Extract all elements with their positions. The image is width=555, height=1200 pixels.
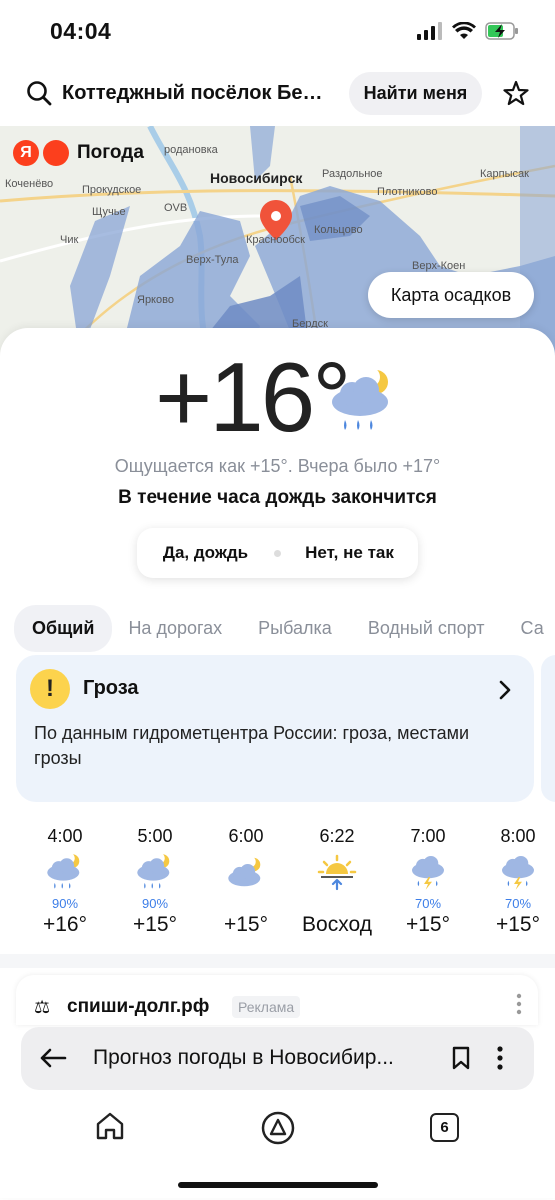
- section-divider: [0, 954, 555, 968]
- precip-probability: 70%: [414, 896, 442, 911]
- umbrella-icon: [43, 140, 69, 166]
- hour-item[interactable]: 6:22 Восход: [291, 826, 383, 937]
- wifi-icon: [452, 22, 476, 39]
- battery-charging-icon: [485, 22, 518, 40]
- separator-dot: [274, 549, 281, 557]
- url-title[interactable]: Прогноз погоды в Новосибир...: [93, 1046, 438, 1070]
- star-icon[interactable]: [503, 80, 529, 106]
- weather-alert-card[interactable]: ! Гроза По данным гидрометцентра России:…: [16, 655, 534, 802]
- map-label: Прокудское: [82, 184, 142, 196]
- hour-time: 4:00: [47, 826, 83, 846]
- map-label: Щучье: [92, 206, 126, 218]
- home-indicator: [178, 1182, 378, 1188]
- hour-time: 8:00: [500, 826, 536, 846]
- precip-probability: 90%: [141, 896, 169, 911]
- map-label: Краснообск: [246, 234, 305, 246]
- ad-card[interactable]: ⚖ спиши-долг.рф Реклама: [16, 975, 538, 1025]
- hour-item[interactable]: 6:00 +15°: [200, 826, 292, 937]
- hour-time: 7:00: [410, 826, 446, 846]
- yandex-logo-icon: Я: [13, 140, 39, 166]
- map-label: Чик: [60, 234, 79, 246]
- precip-probability: 90%: [51, 896, 79, 911]
- ad-logo-icon: ⚖: [34, 997, 51, 1017]
- feedback-yes-button[interactable]: Да, дождь: [137, 543, 274, 563]
- map-label: родановка: [164, 144, 218, 156]
- next-alert-card-peek[interactable]: [541, 655, 555, 802]
- hour-item[interactable]: 4:00 90% +16°: [19, 826, 111, 937]
- back-arrow-icon[interactable]: [39, 1047, 67, 1069]
- status-time: 04:04: [50, 18, 112, 44]
- hour-item[interactable]: 5:00 90% +15°: [109, 826, 201, 937]
- night-rain-icon: [47, 852, 80, 889]
- thunderstorm-icon: [412, 856, 444, 890]
- search-icon[interactable]: [26, 80, 52, 106]
- map-label: Плотниково: [377, 186, 438, 198]
- feedback-no-button[interactable]: Нет, не так: [281, 543, 418, 563]
- browser-address-bar: Прогноз погоды в Новосибир...: [21, 1027, 534, 1090]
- browser-bottom-nav: 6: [0, 1100, 555, 1160]
- alice-assistant-icon[interactable]: [260, 1110, 296, 1146]
- night-cloudy-icon: [228, 856, 261, 887]
- more-vertical-icon[interactable]: [497, 1046, 503, 1070]
- precip-probability: [200, 897, 292, 911]
- night-rain-icon: [332, 367, 388, 430]
- hour-time: 6:00: [228, 826, 264, 846]
- map-label: Новосибирск: [210, 170, 303, 186]
- feels-like-text: Ощущается как +15°. Вчера было +17°: [114, 456, 441, 476]
- tab-general[interactable]: Общий: [14, 604, 113, 652]
- hourly-forecast: 4:00 90% +16° 5:00 90% +15° 6:00 +15° 6:…: [0, 826, 555, 946]
- alert-text: По данным гидрометцентра России: гроза, …: [34, 723, 470, 768]
- more-vertical-icon[interactable]: [516, 993, 522, 1015]
- current-temperature: +16°: [155, 342, 351, 452]
- hour-temperature: +16°: [42, 913, 88, 936]
- sunrise-icon: [317, 854, 357, 891]
- map-label: Карпысак: [480, 168, 529, 180]
- forecast-tabs: Общий На дорогах Рыбалка Водный спорт Са: [14, 604, 555, 652]
- ad-badge: Реклама: [232, 996, 301, 1018]
- precipitation-map[interactable]: Я Погода родановка Новосибирск Коченёво …: [0, 126, 555, 356]
- tab-roads[interactable]: На дорогах: [128, 618, 222, 639]
- hour-temperature: +15°: [495, 913, 541, 936]
- thunderstorm-icon: [502, 856, 534, 890]
- map-label: Ярково: [137, 294, 174, 306]
- tab-garden[interactable]: Са: [521, 618, 544, 639]
- status-bar: 04:04: [0, 0, 555, 62]
- tabs-count-button[interactable]: 6: [430, 1113, 459, 1142]
- map-label: Кольцово: [314, 224, 363, 236]
- home-icon[interactable]: [94, 1110, 126, 1142]
- rain-feedback: Да, дождь Нет, не так: [137, 528, 418, 578]
- search-header: Коттеджный посёлок Белы... Найти меня: [0, 62, 555, 126]
- tab-water-sports[interactable]: Водный спорт: [368, 618, 485, 639]
- hour-temperature: +15°: [132, 913, 178, 936]
- map-label: Коченёво: [5, 178, 54, 190]
- hour-temperature: +15°: [405, 913, 451, 936]
- yandex-weather-logo: Я Погода: [13, 140, 144, 166]
- precipitation-map-button[interactable]: Карта осадков: [368, 272, 534, 318]
- hour-item[interactable]: 7:00 70% +15°: [382, 826, 474, 937]
- location-search-input[interactable]: Коттеджный посёлок Белы...: [62, 82, 332, 105]
- cellular-signal-icon: [417, 22, 442, 40]
- find-me-button[interactable]: Найти меня: [349, 72, 482, 115]
- hour-time: 6:22: [319, 826, 355, 846]
- map-label: OVB: [164, 202, 188, 214]
- status-icons: [417, 22, 519, 40]
- nowcast-text: В течение часа дождь закончится: [118, 487, 437, 508]
- alert-title: Гроза: [83, 677, 139, 699]
- map-label: Верх-Тула: [186, 254, 239, 266]
- hour-time: 5:00: [137, 826, 173, 846]
- map-label: Раздольное: [322, 168, 383, 180]
- bookmark-icon[interactable]: [451, 1046, 471, 1070]
- map-label: Верх-Коен: [412, 260, 466, 272]
- chevron-right-icon[interactable]: [498, 679, 512, 701]
- hour-item[interactable]: 8:00 70% +15°: [472, 826, 555, 937]
- night-rain-icon: [137, 852, 170, 889]
- sunrise-label: Восход: [302, 913, 372, 936]
- ad-title[interactable]: спиши-долг.рф: [67, 996, 209, 1018]
- precip-probability: 70%: [504, 896, 532, 911]
- brand-name: Погода: [77, 142, 144, 163]
- exclamation-icon: !: [30, 669, 70, 709]
- tab-fishing[interactable]: Рыбалка: [258, 618, 332, 639]
- hour-temperature: +15°: [223, 913, 269, 936]
- precip-probability: [291, 897, 383, 911]
